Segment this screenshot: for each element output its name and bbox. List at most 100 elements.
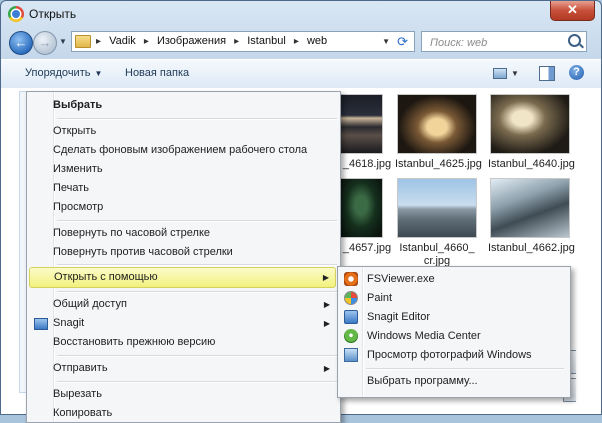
command-toolbar: Упорядочить ▼ Новая папка ▼ ? — [1, 59, 601, 89]
breadcrumb-separator-icon[interactable]: ▸ — [292, 36, 301, 47]
file-thumbnail[interactable]: Istanbul_4662.jpg — [488, 178, 575, 262]
menu-item-label: Печать — [53, 182, 90, 194]
file-name: Istanbul_4625.jpg — [395, 158, 482, 170]
breadcrumb-item-web[interactable]: web — [304, 35, 330, 47]
refresh-icon[interactable]: ⟳ — [397, 34, 408, 50]
history-dropdown-icon[interactable]: ▼ — [59, 37, 67, 46]
menu-item-copy[interactable]: Копировать — [29, 404, 336, 423]
menu-item-label: Открыть с помощью — [54, 271, 158, 283]
menu-item-label: Вырезать — [53, 388, 102, 400]
menu-item-share[interactable]: Общий доступ ▶ — [29, 295, 336, 314]
snagit-icon — [34, 318, 48, 330]
menu-separator — [57, 118, 337, 120]
menu-item-preview[interactable]: Просмотр — [29, 198, 336, 217]
menu-separator — [57, 220, 337, 222]
fsviewer-icon — [344, 272, 358, 286]
thumbnail-image — [490, 178, 570, 238]
menu-item-label: Просмотр — [53, 201, 104, 213]
help-icon[interactable]: ? — [569, 65, 584, 80]
menu-item-rotate-counterclockwise[interactable]: Повернуть против часовой стрелки — [29, 243, 336, 262]
menu-item-edit[interactable]: Изменить — [29, 160, 336, 179]
menu-separator — [366, 368, 564, 370]
thumbnail-image — [397, 94, 477, 154]
submenu-item-photo-viewer[interactable]: Просмотр фотографий Windows — [340, 346, 566, 365]
menu-item-restore-previous[interactable]: Восстановить прежнюю версию — [29, 333, 336, 352]
submenu-arrow-icon: ▶ — [322, 273, 329, 282]
menu-item-cut[interactable]: Вырезать — [29, 385, 336, 404]
breadcrumb-item-vadik[interactable]: Vadik — [106, 35, 139, 47]
menu-item-rotate-clockwise[interactable]: Повернуть по часовой стрелке — [29, 224, 336, 243]
chrome-app-icon — [8, 6, 24, 22]
address-bar[interactable]: ▸ Vadik ▸ Изображения ▸ Istanbul ▸ web ▼… — [71, 31, 415, 52]
file-name: Istanbul_4660_cr.jpg — [399, 242, 475, 267]
submenu-arrow-icon: ▶ — [323, 319, 330, 328]
breadcrumb-separator-icon[interactable]: ▸ — [232, 36, 241, 47]
submenu-arrow-icon: ▶ — [323, 300, 330, 309]
view-dropdown-icon[interactable]: ▼ — [511, 69, 519, 78]
navigation-bar: ← → ▼ ▸ Vadik ▸ Изображения ▸ Istanbul ▸… — [1, 29, 601, 57]
menu-item-select[interactable]: Выбрать — [29, 96, 336, 115]
thumbnail-image — [339, 94, 383, 154]
menu-item-print[interactable]: Печать — [29, 179, 336, 198]
menu-item-label: Копировать — [53, 407, 113, 419]
file-name: _4618.jpg — [342, 158, 392, 170]
submenu-item-label: FSViewer.exe — [367, 273, 435, 285]
menu-separator — [57, 355, 337, 357]
menu-item-label: Изменить — [53, 163, 103, 175]
menu-item-set-wallpaper[interactable]: Сделать фоновым изображением рабочего ст… — [29, 141, 336, 160]
breadcrumb-item-istanbul[interactable]: Istanbul — [244, 35, 289, 47]
media-center-icon — [344, 329, 358, 343]
file-thumbnail[interactable]: Istanbul_4640.jpg — [488, 94, 575, 174]
menu-item-send-to[interactable]: Отправить ▶ — [29, 359, 336, 378]
submenu-arrow-icon: ▶ — [323, 364, 330, 373]
submenu-item-choose-program[interactable]: Выбрать программу... — [340, 372, 566, 391]
submenu-item-paint[interactable]: Paint — [340, 289, 566, 308]
menu-separator — [57, 381, 337, 383]
submenu-item-label: Выбрать программу... — [367, 375, 478, 387]
submenu-item-label: Windows Media Center — [367, 330, 481, 342]
breadcrumb-separator-icon[interactable]: ▸ — [142, 36, 151, 47]
search-input[interactable] — [428, 34, 562, 51]
close-button[interactable]: ✕ — [550, 1, 595, 21]
context-menu: Выбрать Открыть Сделать фоновым изображе… — [26, 91, 341, 423]
photo-viewer-icon — [344, 348, 358, 362]
menu-item-label: Выбрать — [53, 99, 103, 111]
file-thumbnail[interactable]: Istanbul_4660_cr.jpg — [395, 178, 479, 268]
breadcrumb: ▸ Vadik ▸ Изображения ▸ Istanbul ▸ web — [94, 35, 330, 47]
preview-pane-icon[interactable] — [539, 66, 555, 81]
forward-arrow-icon[interactable]: → — [33, 31, 57, 55]
organize-dropdown-icon: ▼ — [94, 69, 103, 78]
new-folder-button[interactable]: Новая папка — [125, 67, 189, 79]
submenu-item-label: Snagit Editor — [367, 311, 430, 323]
menu-separator — [57, 264, 337, 266]
title-bar[interactable]: Открыть ✕ — [1, 1, 601, 27]
window-title: Открыть — [29, 7, 77, 21]
menu-separator — [57, 291, 337, 293]
submenu-item-media-center[interactable]: Windows Media Center — [340, 327, 566, 346]
open-with-submenu: FSViewer.exe Paint Snagit Editor Windows… — [337, 266, 571, 398]
search-box[interactable] — [421, 31, 587, 52]
menu-item-open-with[interactable]: Открыть с помощью ▶ — [29, 267, 336, 288]
menu-item-open[interactable]: Открыть — [29, 122, 336, 141]
submenu-item-fsviewer[interactable]: FSViewer.exe — [340, 270, 566, 289]
menu-item-label: Восстановить прежнюю версию — [53, 336, 216, 348]
menu-item-snagit[interactable]: Snagit ▶ — [29, 314, 336, 333]
search-icon[interactable] — [568, 34, 581, 47]
thumbnail-image — [490, 94, 570, 154]
paint-icon — [344, 291, 358, 305]
menu-item-label: Snagit — [53, 317, 85, 329]
thumbnail-image — [339, 178, 383, 238]
menu-item-label: Открыть — [53, 125, 97, 137]
breadcrumb-item-images[interactable]: Изображения — [154, 35, 229, 47]
address-dropdown-icon[interactable]: ▼ — [382, 37, 390, 46]
breadcrumb-separator-icon[interactable]: ▸ — [94, 36, 103, 47]
submenu-item-snagit-editor[interactable]: Snagit Editor — [340, 308, 566, 327]
change-view-icon[interactable] — [493, 68, 507, 79]
back-arrow-icon[interactable]: ← — [9, 31, 33, 55]
file-name: Istanbul_4662.jpg — [488, 242, 575, 254]
organize-button[interactable]: Упорядочить ▼ — [25, 67, 102, 79]
snagit-editor-icon — [344, 310, 358, 324]
submenu-item-label: Просмотр фотографий Windows — [367, 349, 532, 361]
menu-item-label: Общий доступ — [53, 298, 127, 310]
file-thumbnail[interactable]: Istanbul_4625.jpg — [395, 94, 482, 174]
